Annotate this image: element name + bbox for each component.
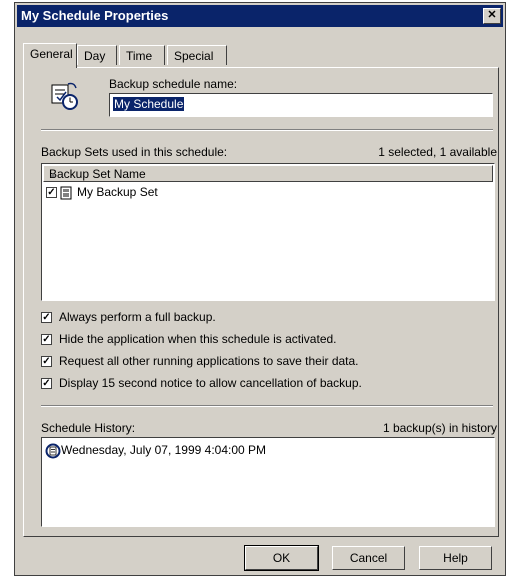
request-save-checkbox[interactable]: ✓: [41, 356, 52, 367]
option-display-notice[interactable]: ✓ Display 15 second notice to allow canc…: [41, 376, 481, 392]
tab-general[interactable]: General: [23, 43, 77, 68]
display-notice-label: Display 15 second notice to allow cancel…: [59, 376, 362, 390]
close-button[interactable]: ✕: [483, 8, 501, 24]
schedule-history-list[interactable]: Wednesday, July 07, 1999 4:04:00 PM: [41, 437, 495, 527]
history-count: 1 backup(s) in history: [382, 421, 497, 435]
list-item[interactable]: ✓ My Backup Set: [46, 185, 346, 201]
tab-special[interactable]: Special: [167, 45, 227, 65]
ok-button[interactable]: OK: [244, 545, 319, 571]
history-entry-text: Wednesday, July 07, 1999 4:04:00 PM: [61, 443, 267, 457]
column-header-backup-set-name[interactable]: Backup Set Name ▲: [43, 165, 493, 182]
schedule-icon: [51, 82, 78, 110]
full-backup-checkbox[interactable]: ✓: [41, 312, 52, 323]
properties-dialog: My Schedule Properties ✕ General Day Tim…: [14, 2, 506, 576]
backup-sets-label: Backup Sets used in this schedule:: [41, 145, 228, 159]
list-item[interactable]: Wednesday, July 07, 1999 4:04:00 PM: [45, 442, 405, 460]
hide-application-label: Hide the application when this schedule …: [59, 332, 337, 346]
tab-day[interactable]: Day: [77, 45, 117, 65]
option-full-backup[interactable]: ✓ Always perform a full backup.: [41, 310, 481, 326]
backup-sets-list[interactable]: Backup Set Name ▲ ✓ My Backup Set: [41, 163, 495, 301]
schedule-name-value: My Schedule: [113, 97, 185, 111]
option-request-save[interactable]: ✓ Request all other running applications…: [41, 354, 481, 370]
help-button[interactable]: Help: [419, 546, 492, 570]
option-hide-application[interactable]: ✓ Hide the application when this schedul…: [41, 332, 481, 348]
separator: [41, 405, 493, 407]
display-notice-checkbox[interactable]: ✓: [41, 378, 52, 389]
schedule-name-label: Backup schedule name:: [109, 77, 238, 91]
request-save-label: Request all other running applications t…: [59, 354, 359, 368]
backup-set-name: My Backup Set: [77, 185, 158, 199]
title-bar[interactable]: My Schedule Properties ✕: [17, 5, 503, 27]
history-entry-icon: [45, 443, 61, 459]
tab-time[interactable]: Time: [119, 45, 165, 65]
full-backup-label: Always perform a full backup.: [59, 310, 216, 324]
schedule-history-label: Schedule History:: [41, 421, 136, 435]
backup-set-checkbox[interactable]: ✓: [46, 187, 57, 198]
backup-set-icon: [60, 186, 72, 200]
backup-sets-count: 1 selected, 1 available: [378, 145, 497, 159]
cancel-button[interactable]: Cancel: [332, 546, 405, 570]
sort-arrow-icon: ▲: [49, 170, 57, 179]
hide-application-checkbox[interactable]: ✓: [41, 334, 52, 345]
separator: [41, 129, 493, 131]
schedule-name-input[interactable]: My Schedule: [109, 93, 493, 117]
window-title: My Schedule Properties: [21, 8, 169, 23]
